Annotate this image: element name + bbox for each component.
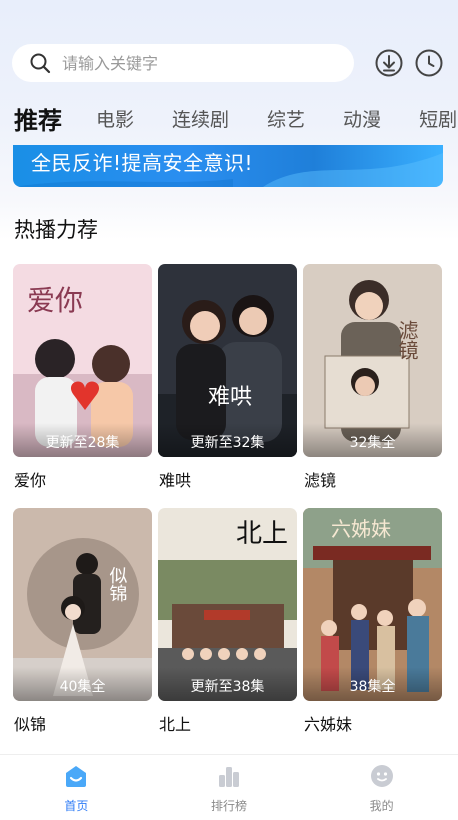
nav-profile[interactable]: 我的 — [305, 755, 458, 820]
episode-badge: 38集全 — [303, 667, 442, 701]
show-title[interactable]: 滤镜 — [303, 467, 442, 491]
history-button[interactable] — [410, 44, 448, 82]
history-clock-icon — [415, 49, 443, 77]
tab-short-drama[interactable]: 短剧 — [419, 105, 457, 132]
home-icon — [66, 766, 87, 787]
tab-variety[interactable]: 综艺 — [267, 105, 305, 132]
show-card-aini[interactable]: 爱你 更新至28集 爱你 — [13, 264, 152, 491]
episode-badge: 更新至32集 — [158, 423, 297, 457]
download-button[interactable] — [370, 44, 408, 82]
tab-anime[interactable]: 动漫 — [343, 105, 381, 132]
show-title[interactable]: 爱你 — [13, 467, 152, 491]
banner-text: 全民反诈!提高安全意识! — [31, 151, 254, 175]
poster-title-art: 北上 — [236, 519, 288, 549]
show-card-nanhong[interactable]: 难哄 更新至32集 难哄 — [158, 264, 297, 491]
show-title[interactable]: 难哄 — [158, 467, 297, 491]
show-title[interactable]: 似锦 — [13, 711, 152, 735]
episode-badge: 更新至28集 — [13, 423, 152, 457]
section-title: 热播力荐 — [14, 218, 98, 242]
nav-label: 我的 — [369, 799, 394, 813]
poster-title-art: 滤镜 — [395, 320, 419, 360]
search-row — [12, 44, 446, 82]
search-box[interactable] — [12, 44, 354, 82]
tab-movies[interactable]: 电影 — [96, 105, 134, 132]
anti-fraud-banner[interactable]: 全民反诈!提高安全意识! — [13, 145, 443, 187]
poster-title-art: 似锦 — [107, 566, 128, 602]
search-input[interactable] — [62, 53, 322, 73]
show-poster[interactable]: 北上 更新至38集 — [158, 508, 297, 701]
download-icon — [375, 49, 403, 77]
poster-title-art: 爱你 — [27, 284, 83, 317]
show-card-sijin[interactable]: 似锦 40集全 似锦 — [13, 508, 152, 735]
show-title[interactable]: 六姊妹 — [303, 711, 442, 735]
nav-home[interactable]: 首页 — [0, 755, 153, 820]
show-poster[interactable]: 滤镜 32集全 — [303, 264, 442, 457]
episode-badge: 更新至38集 — [158, 667, 297, 701]
show-card-liuzimei[interactable]: 六姊妹 38集全 六姊妹 — [303, 508, 442, 735]
tab-recommend[interactable]: 推荐 — [14, 101, 62, 136]
search-icon — [30, 53, 51, 74]
ranking-icon — [219, 767, 239, 787]
show-poster[interactable]: 六姊妹 38集全 — [303, 508, 442, 701]
poster-title-art: 六姊妹 — [331, 517, 391, 541]
show-poster[interactable]: 似锦 40集全 — [13, 508, 152, 701]
show-card-beishang[interactable]: 北上 更新至38集 北上 — [158, 508, 297, 735]
episode-badge: 40集全 — [13, 667, 152, 701]
show-title[interactable]: 北上 — [158, 711, 297, 735]
bottom-nav: 首页 排行榜 我的 — [0, 754, 458, 820]
nav-ranking[interactable]: 排行榜 — [153, 755, 306, 820]
nav-label: 排行榜 — [211, 799, 248, 813]
show-card-lvjing[interactable]: 滤镜 32集全 滤镜 — [303, 264, 442, 491]
nav-label: 首页 — [64, 799, 89, 813]
tab-series[interactable]: 连续剧 — [172, 105, 229, 132]
profile-icon — [370, 765, 393, 787]
show-poster[interactable]: 爱你 更新至28集 — [13, 264, 152, 457]
poster-title-art: 难哄 — [208, 385, 252, 410]
episode-badge: 32集全 — [303, 423, 442, 457]
category-tabs: 推荐 电影 连续剧 综艺 动漫 短剧 — [14, 96, 458, 140]
show-poster[interactable]: 难哄 更新至32集 — [158, 264, 297, 457]
